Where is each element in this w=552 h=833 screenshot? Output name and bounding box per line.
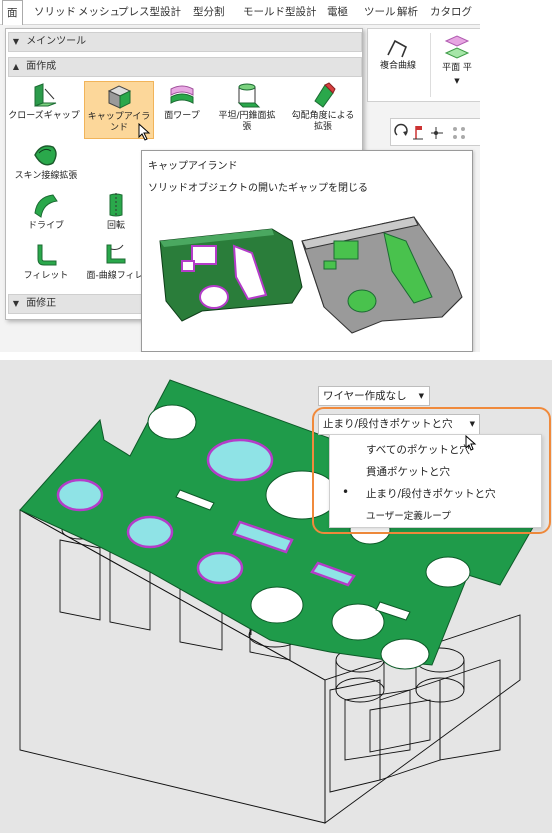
option-through-pockets[interactable]: 貫通ポケットと穴	[366, 464, 450, 479]
option-blind-pockets[interactable]: 止まり/段付きポケットと穴	[366, 486, 496, 501]
surface-warp-icon	[170, 85, 194, 104]
close-gap-button[interactable]: クローズギャップ	[8, 81, 80, 137]
surface-curve-fillet-label: 面-曲線フィレ	[86, 271, 144, 281]
draft-angle-extend-label-1: 勾配角度による	[291, 111, 355, 121]
pocket-mode-options: すべてのポケットと穴 貫通ポケットと穴 • 止まり/段付きポケットと穴 ユーザー…	[329, 434, 542, 528]
draft-angle-extend-icon	[314, 82, 336, 108]
plane-icon	[444, 35, 470, 59]
revolve-icon	[109, 193, 123, 217]
tooltip-title: キャップアイランド	[148, 161, 238, 172]
section-surface-modify-label: 面修正	[26, 298, 57, 309]
flat-cone-extend-label-2: 張	[242, 122, 252, 132]
mini-toolbar	[390, 118, 480, 146]
mini-toolbar-icons	[394, 123, 465, 140]
mouse-cursor-icon	[138, 123, 151, 141]
section-surface-create[interactable]: ▲ 面作成	[8, 57, 362, 77]
blind-pocket-cap	[126, 515, 174, 549]
composite-curve-label: 複合曲線	[379, 61, 416, 71]
plane-button[interactable]: 平面 平 ▼	[434, 33, 480, 87]
tab-press-die[interactable]: プレス型設計	[118, 0, 181, 24]
flat-cone-extend-button[interactable]: 平坦/円錐面拡 張	[210, 81, 284, 137]
blind-pocket-cap	[196, 551, 244, 585]
separator	[430, 33, 431, 97]
ribbon-area: 面 ソリッド メッシュ プレス型設計 型分割 モールド型設計 電極 ツール 解析…	[0, 0, 480, 352]
skin-tangent-extend-label: スキン接線拡張	[14, 171, 78, 181]
fillet-label: フィレット	[23, 271, 69, 281]
skin-tangent-extend-icon	[34, 145, 57, 166]
drive-button[interactable]: ドライブ	[8, 191, 84, 237]
skin-tangent-extend-button[interactable]: スキン接線拡張	[8, 141, 84, 187]
tab-analysis[interactable]: 解析	[397, 0, 418, 24]
option-all-pockets[interactable]: すべてのポケットと穴	[366, 442, 470, 457]
wire-creation-dropdown[interactable]: ワイヤー作成なし ▼	[318, 386, 430, 406]
through-hole	[250, 586, 304, 624]
grid-points-icon[interactable]	[453, 127, 465, 139]
through-hole	[380, 638, 430, 670]
composite-curve-icon	[387, 39, 408, 58]
surface-curve-fillet-icon	[106, 244, 126, 264]
chevron-down-icon: ▼	[469, 420, 475, 428]
chevron-down-icon: ▼	[418, 392, 424, 400]
surface-warp-button[interactable]: 面ワープ	[160, 81, 204, 137]
selected-bullet-icon: •	[342, 485, 350, 499]
command-tooltip: キャップアイランド ソリッドオブジェクトの開いたギャップを閉じる	[141, 150, 473, 352]
surface-curve-fillet-button[interactable]: 面-曲線フィレ	[86, 241, 144, 287]
expand-arrow-icon: ▼	[12, 37, 20, 46]
rotate-icon[interactable]	[394, 123, 408, 136]
tab-catalog[interactable]: カタログ	[430, 0, 472, 24]
flag-point-icon[interactable]	[413, 126, 423, 140]
tab-electrode[interactable]: 電極	[327, 0, 348, 24]
pocket-mode-value: 止まり/段付きポケットと穴	[323, 418, 453, 430]
drive-icon	[34, 194, 58, 218]
fillet-button[interactable]: フィレット	[8, 241, 84, 287]
chevron-down-icon[interactable]: ▼	[434, 76, 480, 87]
menu-bar: 面 ソリッド メッシュ プレス型設計 型分割 モールド型設計 電極 ツール 解析…	[0, 0, 480, 25]
tab-mold-split[interactable]: 型分割	[193, 0, 225, 24]
blind-pocket-cap	[56, 478, 104, 512]
cap-island-icon	[107, 85, 132, 109]
after-part-illustration	[301, 216, 463, 334]
tooltip-description: ソリッドオブジェクトの開いたギャップを閉じる	[148, 183, 368, 194]
tooltip-illustration	[159, 216, 463, 334]
draft-angle-extend-button[interactable]: 勾配角度による 拡張	[286, 81, 360, 137]
tab-mold-design[interactable]: モールド型設計	[243, 0, 317, 24]
through-hole	[147, 404, 197, 440]
before-part-illustration	[159, 228, 303, 322]
option-user-loop[interactable]: ユーザー定義ループ	[366, 508, 451, 522]
close-gap-icon	[34, 83, 57, 107]
tab-solid[interactable]: ソリッド	[34, 0, 76, 24]
draft-angle-extend-label-2: 拡張	[313, 122, 332, 132]
plane-label: 平面 平	[442, 63, 472, 73]
flat-cone-extend-label-1: 平坦/円錐面拡	[218, 111, 276, 121]
revolve-button[interactable]: 回転	[90, 191, 142, 237]
tab-mesh[interactable]: メッシュ	[78, 0, 120, 24]
tab-surface[interactable]: 面	[2, 0, 23, 25]
wire-creation-value: ワイヤー作成なし	[323, 390, 407, 402]
mouse-cursor-icon	[465, 435, 477, 451]
section-main-tool[interactable]: ▼ メインツール	[8, 32, 362, 52]
ribbon-group-curves: 複合曲線 平面 平 ▼	[367, 28, 480, 102]
revolve-label: 回転	[106, 221, 125, 231]
axis-icon[interactable]	[431, 127, 443, 139]
flat-cone-extend-icon	[237, 83, 261, 108]
divider	[0, 352, 552, 360]
blind-pocket-cap	[206, 438, 274, 482]
section-main-tool-label: メインツール	[26, 36, 87, 47]
expand-arrow-icon: ▼	[12, 299, 20, 308]
tab-tools[interactable]: ツール	[364, 0, 396, 24]
surface-warp-label: 面ワープ	[164, 111, 200, 121]
fillet-icon	[37, 244, 57, 266]
through-hole	[425, 556, 471, 588]
composite-curve-button[interactable]: 複合曲線	[372, 35, 424, 72]
close-gap-label: クローズギャップ	[8, 111, 80, 121]
section-surface-create-label: 面作成	[26, 61, 57, 72]
drive-label: ドライブ	[27, 221, 64, 231]
pocket-mode-dropdown[interactable]: 止まり/段付きポケットと穴 ▼	[318, 414, 480, 435]
collapse-arrow-icon: ▲	[12, 62, 20, 71]
